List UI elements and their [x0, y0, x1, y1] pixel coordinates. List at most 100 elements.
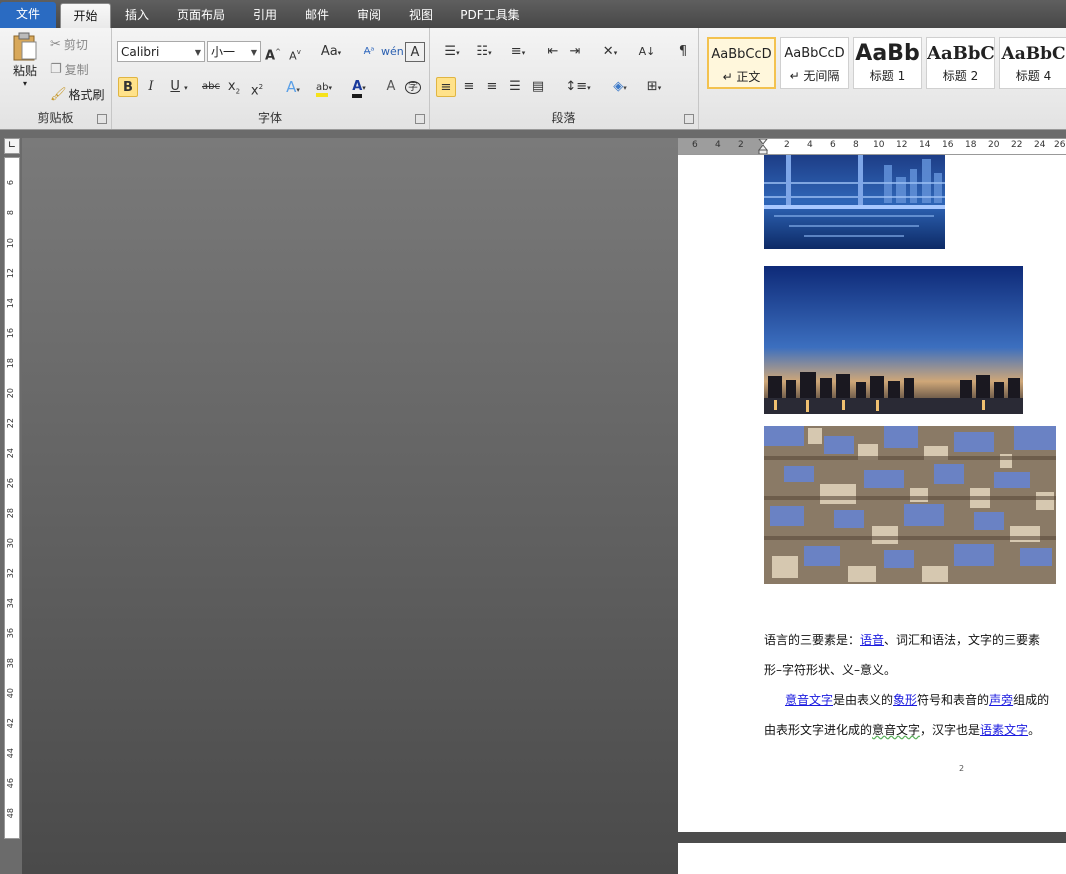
- tab-file[interactable]: 文件: [0, 2, 56, 28]
- hyperlink-logophonetic-script[interactable]: 意音文字: [785, 693, 833, 707]
- font-group: Calibri ▼ 小一 ▼ A^ Av Aa▾ A̶ᵃ wén A B I U ▾…: [111, 28, 430, 129]
- underline-button[interactable]: U ▾: [164, 77, 194, 97]
- subscript-button[interactable]: x2: [224, 77, 244, 97]
- text-run: 。: [1028, 723, 1041, 737]
- justify-button[interactable]: ☰: [505, 77, 525, 97]
- format-painter-button[interactable]: 🖌 格式刷: [50, 86, 105, 103]
- tab-selector-icon[interactable]: ∟: [4, 138, 20, 154]
- horizontal-ruler[interactable]: 6 4 2 2 4 6 8 10 12 14 16 18 20 22 24 26: [678, 138, 1066, 155]
- font-family-value: Calibri: [121, 45, 160, 59]
- highlight-button[interactable]: ab▾: [309, 77, 339, 97]
- paste-dropdown-icon[interactable]: ▾: [23, 79, 27, 88]
- chinese-layout-button[interactable]: ✕▾: [595, 42, 625, 62]
- ruler-tick-label: 32: [6, 568, 15, 579]
- italic-button[interactable]: I: [141, 77, 161, 97]
- show-marks-button[interactable]: ¶: [673, 42, 693, 62]
- text-effects-button[interactable]: A▾: [279, 77, 307, 97]
- style-normal[interactable]: AaBbCcD ↵ 正文: [707, 37, 776, 89]
- style-preview: AaBbCcD: [711, 47, 772, 62]
- distributed-button[interactable]: ▤: [528, 77, 548, 97]
- character-shading-button[interactable]: A: [381, 77, 401, 97]
- document-text-body[interactable]: 语言的三要素是：语音、词汇和语法，文字的三要素 形–字符形状、义–意义。 意音文…: [764, 625, 1049, 745]
- font-group-label: 字体: [257, 111, 282, 125]
- tab-references[interactable]: 引用: [244, 3, 286, 28]
- clipboard-group: 粘贴 ▾ ✂ 剪切 ❐ 复制 🖌 格式刷 剪贴板: [0, 28, 112, 129]
- sort-button[interactable]: A↓: [637, 42, 657, 62]
- paragraph-dialog-launcher-icon[interactable]: [684, 114, 694, 124]
- ruler-tick-label: 4: [807, 140, 813, 150]
- line-spacing-button[interactable]: ↕≡▾: [563, 77, 593, 97]
- hyperlink-phonetics[interactable]: 语音: [860, 633, 884, 647]
- clear-format-button[interactable]: A̶ᵃ: [359, 42, 379, 62]
- paste-button[interactable]: 粘贴 ▾: [8, 32, 42, 102]
- tab-review[interactable]: 审阅: [348, 3, 390, 28]
- hyperlink-phonetic-component[interactable]: 声旁: [989, 693, 1013, 707]
- numbering-button[interactable]: ☷▾: [469, 42, 499, 62]
- tab-home[interactable]: 开始: [60, 3, 111, 29]
- ruler-tick-label: 48: [6, 808, 15, 819]
- increase-indent-button[interactable]: ⇥: [565, 42, 585, 62]
- tab-insert[interactable]: 插入: [116, 3, 158, 28]
- ruler-tick-label: 18: [6, 358, 15, 369]
- ruler-tick-label: 8: [853, 140, 859, 150]
- ruler-tick-label: 34: [6, 598, 15, 609]
- change-case-button[interactable]: Aa▾: [317, 42, 345, 62]
- borders-button[interactable]: ⊞▾: [639, 77, 669, 97]
- grow-font-button[interactable]: A^: [263, 42, 283, 63]
- style-name: 标题 4: [1015, 69, 1052, 83]
- align-center-button[interactable]: ≡: [459, 77, 479, 97]
- shading-button[interactable]: ◈▾: [605, 77, 635, 97]
- tab-view[interactable]: 视图: [400, 3, 442, 28]
- text-line: 由表形文字进化成的意音文字，汉字也是语素文字。: [764, 715, 1049, 745]
- font-size-combo[interactable]: 小一 ▼: [207, 41, 261, 62]
- dusk-skyline-image[interactable]: [764, 266, 1023, 414]
- ruler-tick-label: 30: [6, 538, 15, 549]
- indent-marker-icon[interactable]: [758, 139, 768, 154]
- copy-button[interactable]: ❐ 复制: [50, 61, 89, 78]
- tab-pdf-tools[interactable]: PDF工具集: [452, 3, 528, 28]
- shrink-font-button[interactable]: Av: [285, 42, 305, 62]
- text-run: 组成的: [1013, 693, 1050, 707]
- bridge-city-image[interactable]: [764, 155, 945, 249]
- document-next-page[interactable]: [678, 843, 1066, 874]
- font-color-button[interactable]: A▾: [344, 77, 374, 98]
- font-dialog-launcher-icon[interactable]: [415, 114, 425, 124]
- clipboard-dialog-launcher-icon[interactable]: [97, 114, 107, 124]
- grammar-flagged-text[interactable]: 意音文字: [872, 723, 920, 737]
- style-heading-4[interactable]: AaBbC 标题 4: [999, 37, 1066, 89]
- ruler-tick-label: 24: [1034, 140, 1046, 150]
- bullets-button[interactable]: ☰▾: [437, 42, 467, 62]
- format-painter-label: 格式刷: [68, 88, 105, 102]
- ruler-tick-label: 20: [6, 388, 15, 399]
- ruler-tick-label: 10: [873, 140, 885, 150]
- vertical-ruler[interactable]: 6 8 10 12 14 16 18 20 22 24 26 28 30 32 …: [4, 157, 20, 839]
- paragraph-group: ☰▾ ☷▾ ≡▾ ⇤ ⇥ ✕▾ A↓ ¶ ≡ ≡ ≡ ☰ ▤ ↕≡▾ ◈▾ ⊞▾…: [429, 28, 699, 129]
- enclose-characters-button[interactable]: 字: [403, 77, 423, 97]
- hyperlink-morphemic-script[interactable]: 语素文字: [980, 723, 1028, 737]
- copy-label: 复制: [64, 63, 89, 77]
- multilevel-list-button[interactable]: ≡▾: [503, 42, 533, 62]
- style-heading-2[interactable]: AaBbC 标题 2: [926, 37, 995, 89]
- cut-button[interactable]: ✂ 剪切: [50, 36, 88, 53]
- chevron-down-icon: ▼: [250, 48, 257, 57]
- style-heading-1[interactable]: AaBb 标题 1: [853, 37, 922, 89]
- ruler-tick-label: 8: [6, 210, 15, 216]
- text-line: 语言的三要素是：语音、词汇和语法，文字的三要素: [764, 625, 1049, 655]
- phonetic-guide-button[interactable]: wén: [381, 42, 404, 62]
- blue-city-rooftops-image[interactable]: [764, 426, 1056, 584]
- strikethrough-button[interactable]: abc: [200, 77, 222, 97]
- decrease-indent-button[interactable]: ⇤: [543, 42, 563, 62]
- align-left-button[interactable]: ≡: [436, 77, 456, 97]
- bold-button[interactable]: B: [118, 77, 138, 97]
- tab-page-layout[interactable]: 页面布局: [168, 3, 234, 28]
- style-name: ↵ 无间隔: [789, 69, 840, 83]
- superscript-button[interactable]: x2: [247, 77, 267, 98]
- tab-mailings[interactable]: 邮件: [296, 3, 338, 28]
- font-family-combo[interactable]: Calibri ▼: [117, 41, 205, 62]
- ruler-tick-label: 6: [830, 140, 836, 150]
- style-no-spacing[interactable]: AaBbCcD ↵ 无间隔: [780, 37, 849, 89]
- hyperlink-pictograph[interactable]: 象形: [893, 693, 917, 707]
- clipboard-group-label: 剪贴板: [37, 111, 74, 125]
- character-border-button[interactable]: A: [405, 42, 425, 62]
- align-right-button[interactable]: ≡: [482, 77, 502, 97]
